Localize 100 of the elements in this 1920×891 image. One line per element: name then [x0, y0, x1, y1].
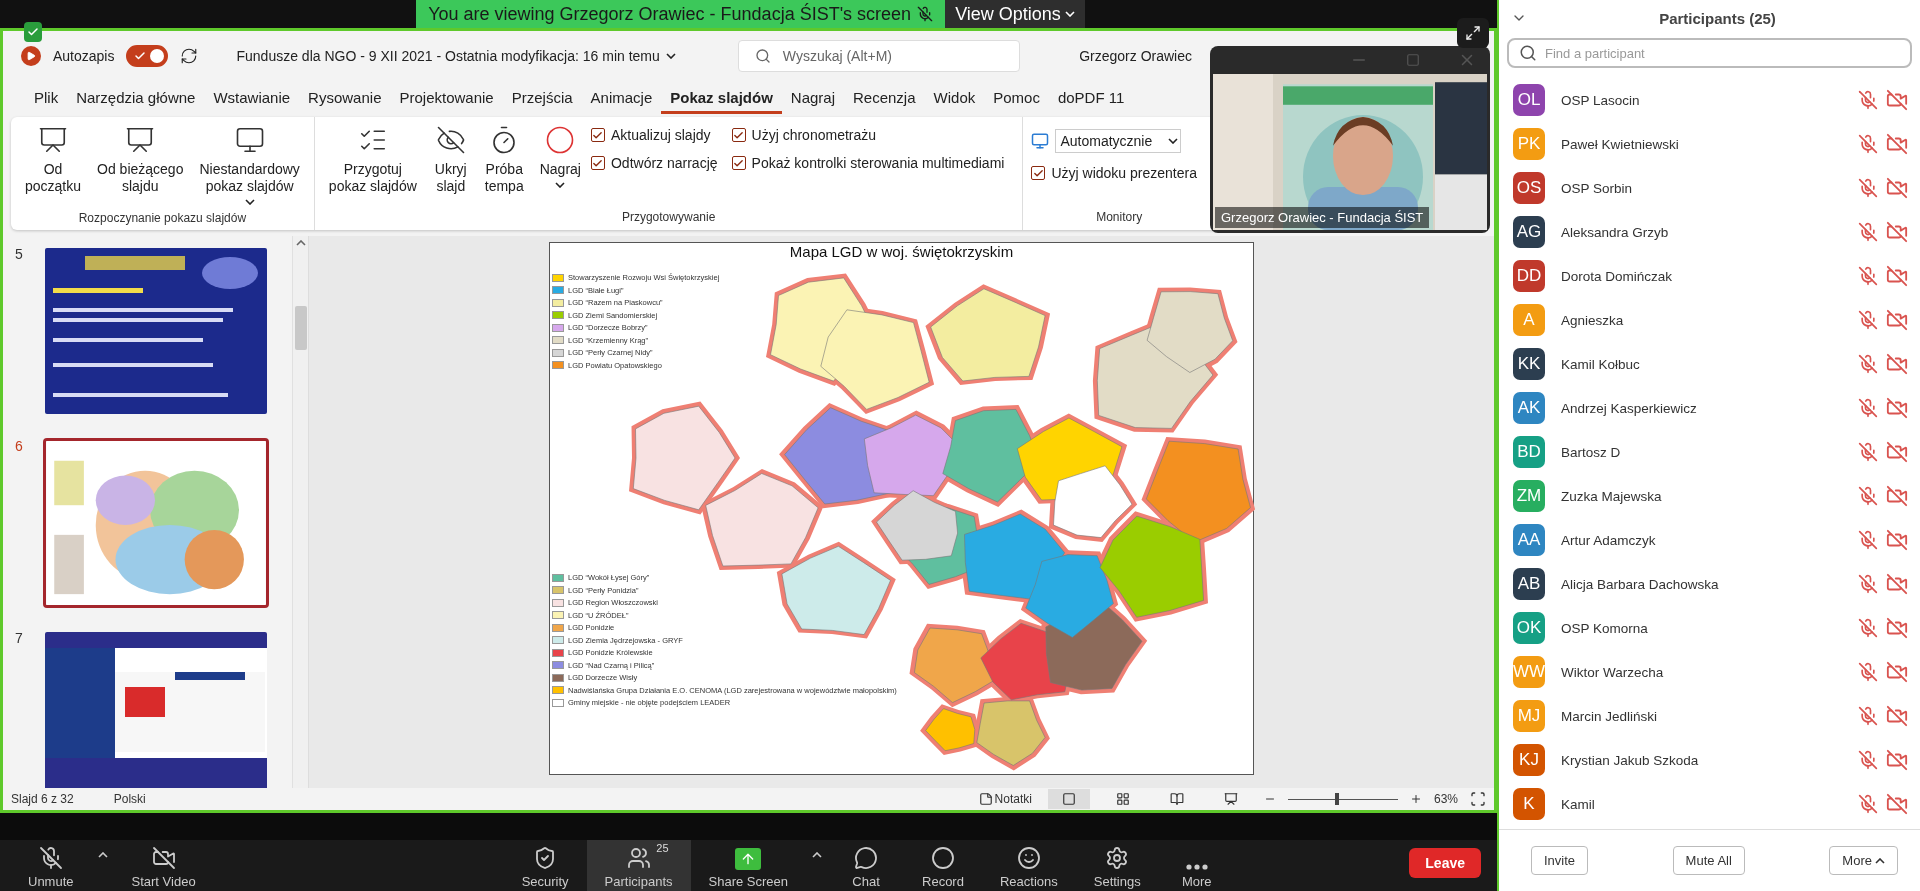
toolbar-button[interactable]: Chat: [828, 840, 904, 891]
monitor-icon: [234, 125, 265, 155]
slider-thumb[interactable]: [1335, 793, 1340, 805]
avatar: AG: [1513, 216, 1545, 248]
fit-icon[interactable]: [1470, 791, 1486, 807]
view-button[interactable]: [1047, 789, 1090, 809]
ribbon-tab[interactable]: Przejścia: [502, 82, 582, 114]
checkbox[interactable]: [590, 128, 605, 142]
avatar: AB: [1513, 568, 1545, 600]
ribbon-button[interactable]: Od początku: [19, 121, 88, 197]
ribbon-tab[interactable]: Narzędzia główne: [67, 82, 205, 114]
participant-count: 25: [656, 842, 669, 854]
participant-name: Artur Adamczyk: [1561, 532, 1657, 548]
ribbon-button[interactable]: Przygotuj pokaz slajdów: [322, 121, 423, 197]
caret-icon: [1168, 138, 1179, 144]
autosave-label: Autozapis: [53, 48, 115, 64]
ribbon-tab[interactable]: Projektowanie: [390, 82, 503, 114]
toolbar-button[interactable]: Reactions: [981, 840, 1076, 891]
slide-number: 5: [15, 246, 24, 262]
caret-icon: [295, 240, 306, 246]
toolbar-button[interactable]: Share Screen: [690, 840, 806, 891]
slide-thumbnail[interactable]: [45, 248, 267, 414]
leave-button[interactable]: Leave: [1409, 847, 1481, 878]
monitor-dropdown[interactable]: Automatycznie: [1055, 129, 1182, 153]
ribbon-tab[interactable]: Wstawianie: [204, 82, 300, 114]
checkbox[interactable]: [731, 156, 746, 170]
avatar: WW: [1513, 656, 1545, 688]
participant-name: OSP Lasocin: [1561, 92, 1641, 108]
checkbox-label: Odtwórz narrację: [610, 155, 718, 171]
panel-button[interactable]: Invite: [1531, 846, 1589, 875]
checkbox-label: Pokaż kontrolki sterowania multimediami: [751, 155, 1005, 171]
toolbar-button[interactable]: Unmute: [10, 840, 92, 891]
avatar: MJ: [1513, 700, 1545, 732]
ribbon-button[interactable]: Niestandardowy pokaz slajdów: [193, 121, 306, 207]
scroll-thumb[interactable]: [294, 306, 307, 350]
check-icon: [27, 26, 39, 38]
checkbox[interactable]: [1031, 166, 1046, 180]
ribbon-button[interactable]: Nagraj: [533, 121, 587, 190]
ribbon-button[interactable]: Ukryj slajd: [426, 121, 475, 197]
panel-button[interactable]: Mute All: [1672, 846, 1745, 875]
avatar: AK: [1513, 392, 1545, 424]
participant-name: OSP Sorbin: [1561, 180, 1634, 196]
chat-icon: [854, 846, 878, 870]
check-icon: [134, 50, 147, 62]
slide-title: Mapa LGD w woj. świętokrzyskim: [789, 243, 1014, 260]
search-field[interactable]: Wyszukaj (Alt+M): [737, 40, 1020, 72]
slide-number: 6: [15, 438, 24, 454]
group-label: Monitory: [1095, 209, 1144, 226]
record-icon: [930, 846, 955, 870]
avatar: OL: [1513, 84, 1545, 116]
presentation-icon: [1223, 792, 1238, 806]
avatar: AA: [1513, 524, 1545, 556]
ribbon-button[interactable]: Od bieżącego slajdu: [91, 121, 190, 197]
zoom-in-icon[interactable]: [1409, 793, 1422, 805]
view-options-button[interactable]: View Options: [945, 0, 1085, 28]
avatar: OS: [1513, 172, 1545, 204]
expand-button[interactable]: [1457, 18, 1489, 48]
slide-thumbnail[interactable]: [45, 632, 267, 788]
toolbar-button[interactable]: Record: [904, 840, 982, 891]
checkbox[interactable]: [590, 156, 605, 170]
group-label: Przygotowywanie: [620, 209, 717, 226]
checkbox[interactable]: [731, 128, 746, 142]
ribbon-tab[interactable]: Pomoc: [984, 82, 1049, 114]
toolbar-button[interactable]: Start Video: [113, 840, 214, 891]
caret-icon: [1064, 11, 1075, 17]
ribbon-tab[interactable]: Animacje: [581, 82, 662, 114]
toolbar-button[interactable]: Settings: [1075, 840, 1159, 891]
panel-button[interactable]: More: [1829, 846, 1898, 875]
participant-name: Agnieszka: [1561, 312, 1625, 328]
caret-icon: [812, 852, 822, 858]
video-caption: Grzegorz Orawiec - Fundacja ŚIST: [1215, 207, 1430, 228]
participant-name: Dorota Domińczak: [1561, 268, 1674, 284]
smiley-icon: [1016, 846, 1041, 870]
scrollbar[interactable]: [292, 236, 308, 788]
group-label: Rozpoczynanie pokazu slajdów: [77, 209, 248, 227]
document-title: Fundusze dla NGO - 9 XII 2021 - Ostatnia modyfikacja: 16 min temu: [236, 48, 660, 64]
presentation-icon: [125, 125, 156, 155]
ribbon-tab[interactable]: Rysowanie: [299, 82, 391, 114]
toolbar-button[interactable]: 25 Participants: [586, 840, 691, 891]
app-logo-icon: [21, 46, 41, 66]
autosave-toggle[interactable]: [126, 45, 169, 67]
ribbon-tab[interactable]: doPDF 11: [1048, 82, 1134, 114]
notes-button[interactable]: Notatki: [974, 792, 1036, 806]
ribbon-button[interactable]: Próba tempa: [478, 121, 530, 197]
slide-thumbnail[interactable]: [46, 441, 266, 605]
ribbon-tab[interactable]: Recenzja: [844, 82, 925, 114]
avatar: PK: [1513, 128, 1545, 160]
share-screen-icon: [735, 848, 762, 870]
toolbar-button[interactable]: Security: [503, 840, 587, 891]
participant-name: Zuzka Majewska: [1561, 488, 1663, 504]
ribbon-tab[interactable]: Widok: [924, 82, 985, 114]
avatar: K: [1513, 788, 1545, 820]
language[interactable]: Polski: [113, 792, 146, 806]
record-icon: [545, 125, 576, 155]
ribbon-tab[interactable]: Plik: [25, 82, 68, 114]
avatar: OK: [1513, 612, 1545, 644]
ribbon-tab[interactable]: Nagraj: [781, 82, 844, 114]
avatar: ZM: [1513, 480, 1545, 512]
toolbar-button[interactable]: More: [1158, 840, 1235, 891]
participant-name: Alicja Barbara Dachowska: [1561, 576, 1720, 592]
